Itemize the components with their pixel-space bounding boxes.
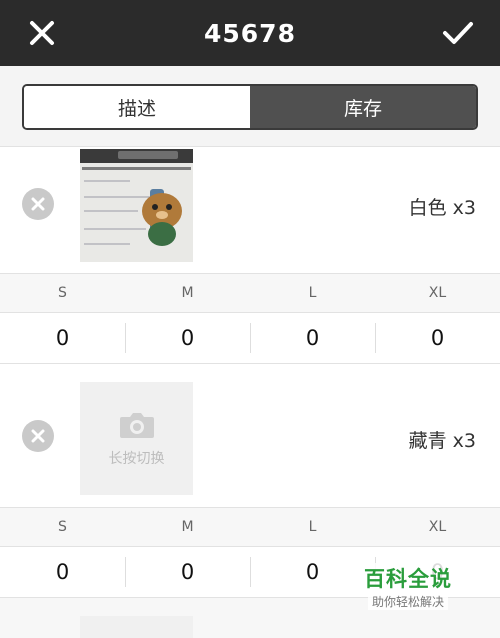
quantity-input[interactable]: 0 — [375, 313, 500, 363]
size-header-row: S M L XL — [0, 274, 500, 312]
close-icon — [31, 197, 45, 211]
size-label: L — [308, 285, 317, 301]
watermark-subtitle: 助你轻松解决 — [367, 593, 448, 610]
size-label: XL — [428, 519, 447, 535]
size-label: L — [308, 519, 317, 535]
tab-bar-container: 描述 库存 — [0, 66, 500, 146]
tab-inventory[interactable]: 库存 — [250, 86, 476, 128]
remove-variant-button[interactable] — [22, 188, 54, 220]
variant-label: 白色 x3 — [408, 197, 476, 219]
top-bar: 45678 — [0, 0, 500, 66]
tab-description[interactable]: 描述 — [24, 86, 250, 128]
variant-label: 藏青 x3 — [408, 430, 476, 452]
camera-icon — [119, 412, 154, 438]
quantity-input[interactable]: 0 — [125, 313, 250, 363]
segmented-control: 描述 库存 — [22, 84, 478, 130]
size-label: S — [58, 519, 67, 535]
watermark-title: 百科全说 — [360, 563, 456, 593]
size-header-row: S M L XL — [0, 508, 500, 546]
quantity-row: 0 0 0 0 — [0, 313, 500, 363]
remove-variant-button[interactable] — [22, 420, 54, 452]
photo-placeholder[interactable]: 长按切换 — [80, 382, 193, 495]
size-label: S — [58, 285, 67, 301]
quantity-input[interactable]: 0 — [0, 313, 125, 363]
size-label: XL — [428, 285, 447, 301]
watermark: 百科全说 助你轻松解决 — [350, 563, 466, 611]
quantity-input[interactable]: 0 — [0, 547, 125, 597]
size-label: M — [181, 285, 194, 301]
variant-row: 白色 x3 — [0, 147, 500, 273]
page-title: 45678 — [204, 18, 296, 48]
variant-photo[interactable] — [80, 149, 193, 262]
size-label: M — [181, 519, 194, 535]
check-icon — [443, 22, 473, 44]
product-photo — [80, 149, 193, 262]
variant-row: 长按切换 藏青 x3 — [0, 364, 500, 507]
quantity-input[interactable]: 0 — [125, 547, 250, 597]
close-icon — [31, 429, 45, 443]
quantity-input[interactable]: 0 — [250, 313, 375, 363]
placeholder-text: 长按切换 — [108, 450, 165, 467]
confirm-button[interactable] — [436, 13, 480, 53]
photo-placeholder[interactable] — [80, 616, 193, 638]
